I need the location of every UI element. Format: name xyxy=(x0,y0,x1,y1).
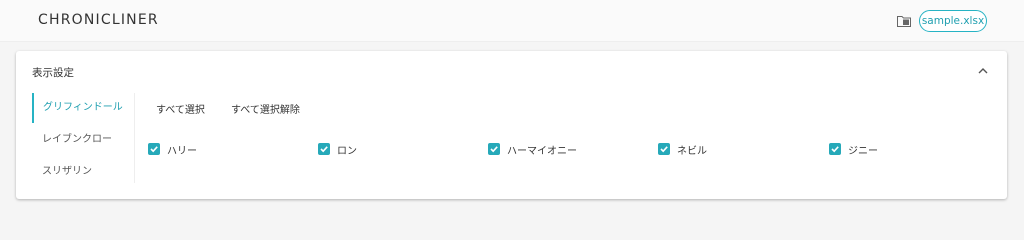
house-tabs: グリフィンドール レイブンクロー スリザリン xyxy=(32,93,136,185)
check-icon xyxy=(148,143,160,155)
display-settings-panel: 表示設定 グリフィンドール レイブンクロー スリザリン すべて選択 すべて選択解… xyxy=(16,51,1007,199)
checkbox-label: ハリー xyxy=(167,146,197,157)
deselect-all-button[interactable]: すべて選択解除 xyxy=(231,101,300,116)
chevron-up-icon[interactable] xyxy=(977,66,989,76)
file-name-chip[interactable]: sample.xlsx xyxy=(919,10,987,32)
checkbox-label: ジニー xyxy=(848,146,878,157)
tab-ravenclaw[interactable]: レイブンクロー xyxy=(32,125,136,155)
tab-gryffindor[interactable]: グリフィンドール xyxy=(32,93,136,123)
check-icon xyxy=(488,143,500,155)
tab-slytherin[interactable]: スリザリン xyxy=(32,157,136,187)
app-logo: CHRONICLINER xyxy=(38,12,159,28)
check-icon xyxy=(658,143,670,155)
app-header: CHRONICLINER sample.xlsx xyxy=(0,0,1024,42)
select-all-button[interactable]: すべて選択 xyxy=(156,101,205,116)
checkbox-label: ネビル xyxy=(677,146,707,157)
checkbox-label: ハーマイオニー xyxy=(507,146,577,157)
check-icon xyxy=(829,143,841,155)
tab-divider xyxy=(134,93,135,183)
check-icon xyxy=(318,143,330,155)
folder-icon xyxy=(897,16,911,27)
checkbox-label: ロン xyxy=(337,146,357,157)
panel-title: 表示設定 xyxy=(32,67,74,79)
